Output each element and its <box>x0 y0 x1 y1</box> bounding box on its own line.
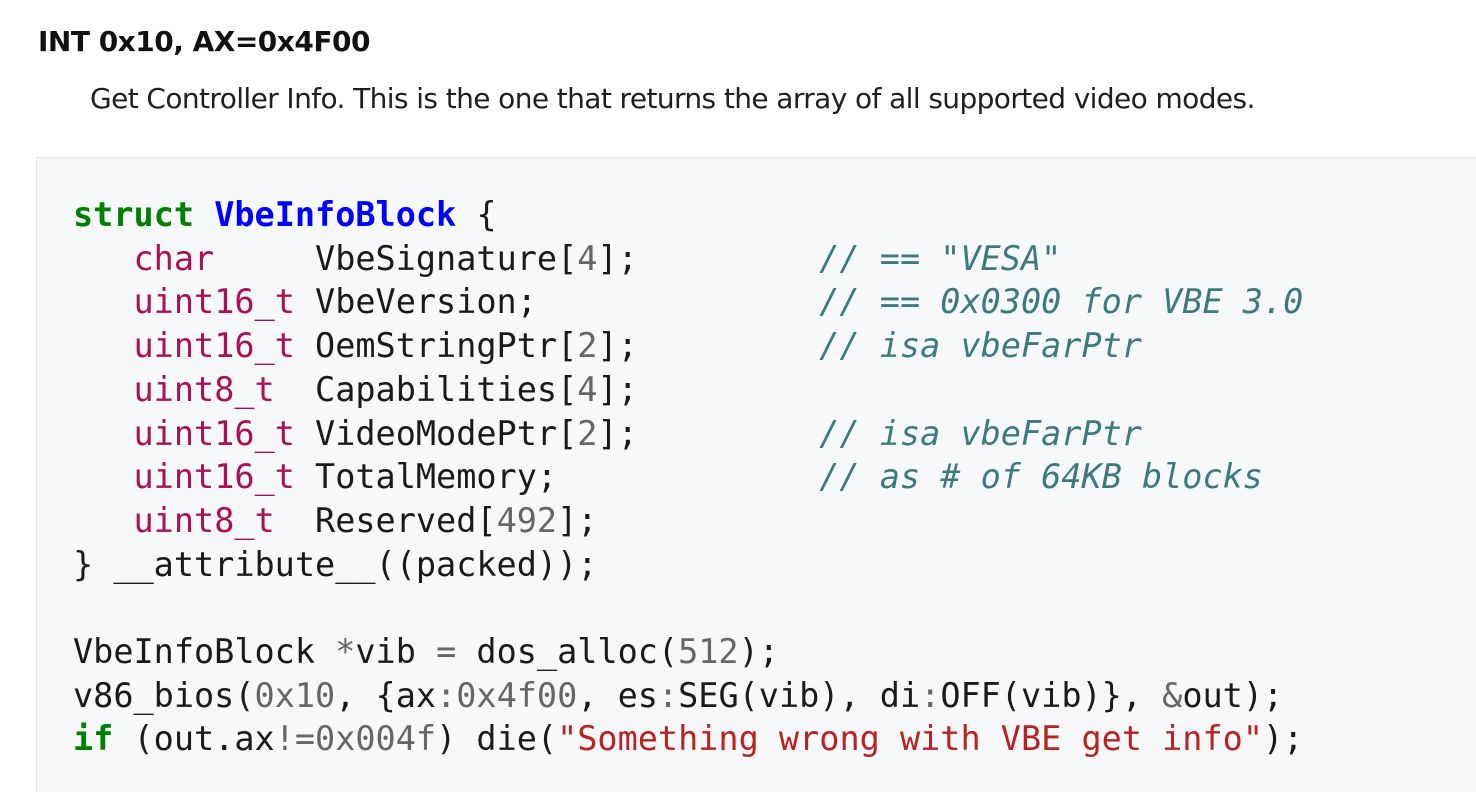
string-token: "Something wrong with VBE get info" <box>557 719 1263 759</box>
keyword-token: struct <box>73 195 195 234</box>
code-line: uint16_t VbeVersion; // == 0x0300 for VB… <box>73 282 1304 322</box>
operator-token: * <box>335 632 356 672</box>
code-text: out); <box>1182 675 1284 715</box>
code-text: ); <box>738 632 779 672</box>
entry-term: INT 0x10, AX=0x4F00 <box>38 25 370 58</box>
number-token: 492 <box>496 500 558 540</box>
code-text: (out.ax <box>113 719 275 759</box>
code-text: ]; <box>597 238 820 278</box>
number-token: 0x4f00 <box>456 675 578 715</box>
code-text: ]; <box>557 500 598 540</box>
code-text: OFF(vib)}, <box>940 675 1163 715</box>
comment-token: // isa vbeFarPtr <box>819 413 1142 453</box>
entry-description: Get Controller Info. This is the one tha… <box>90 82 1255 115</box>
code-line: struct VbeInfoBlock { <box>73 195 497 234</box>
type-name-token: VbeInfoBlock <box>214 195 457 234</box>
number-token: 4 <box>577 238 598 278</box>
number-token: 4 <box>577 369 598 409</box>
comment-token: // isa vbeFarPtr <box>819 326 1142 366</box>
code-text: TotalMemory; <box>294 457 820 497</box>
code-text: Reserved[ <box>274 500 497 540</box>
type-token: char <box>133 238 215 278</box>
comment-token: // == 0x0300 for VBE 3.0 <box>819 282 1304 322</box>
code-text: , {ax <box>335 675 437 715</box>
number-token: 512 <box>678 632 739 672</box>
number-token: 2 <box>577 326 598 366</box>
code-text: VideoModePtr[ <box>294 413 578 453</box>
type-token: uint16_t <box>133 457 295 497</box>
code-line: if (out.ax!=0x004f) die("Something wrong… <box>73 719 1303 758</box>
code-text: ]; <box>597 326 820 366</box>
code-line: uint16_t VideoModePtr[2]; // isa vbeFarP… <box>73 414 1142 453</box>
code-text: VbeSignature[ <box>214 238 578 278</box>
code-line: uint16_t OemStringPtr[2]; // isa vbeFarP… <box>73 326 1142 365</box>
type-token: uint8_t <box>133 369 275 409</box>
code-line: uint8_t Reserved[492]; <box>73 500 598 540</box>
number-token: 2 <box>577 413 598 453</box>
type-token: uint8_t <box>133 500 275 540</box>
type-token: uint16_t <box>133 413 295 453</box>
code-line: uint8_t Capabilities[4]; <box>73 370 638 409</box>
code-line: } __attribute__((packed)); <box>73 545 597 584</box>
operator-token: : <box>920 675 941 715</box>
operator-token: & <box>1162 675 1183 715</box>
code-line: uint16_t TotalMemory; // as # of 64KB bl… <box>73 457 1263 496</box>
code-text: { <box>456 195 497 234</box>
type-token: uint16_t <box>133 326 295 366</box>
type-token: uint16_t <box>133 282 295 322</box>
code-block: struct VbeInfoBlock { char VbeSignature[… <box>36 157 1476 792</box>
operator-token: = <box>436 632 457 672</box>
code-text: dos_alloc( <box>456 632 679 672</box>
code-line: v86_bios(0x10, {ax:0x4f00, es:SEG(vib), … <box>73 676 1283 715</box>
number-token: 0x10 <box>254 675 336 715</box>
operator-token: : <box>657 675 679 715</box>
code-text: ) die( <box>436 719 558 759</box>
code-line: char VbeSignature[4]; // == "VESA" <box>73 238 1062 278</box>
code-text: ]; <box>597 413 820 453</box>
code-text: v86_bios( <box>73 675 255 715</box>
comment-token: // == "VESA" <box>819 238 1062 278</box>
code-text: Capabilities[ <box>274 369 578 409</box>
code-text: ); <box>1262 719 1304 759</box>
comment-token: // as # of 64KB blocks <box>819 457 1263 497</box>
code-text: VbeVersion; <box>294 282 820 322</box>
code-line: VbeInfoBlock *vib = dos_alloc(512); <box>73 632 779 671</box>
operator-token: != <box>274 719 316 759</box>
code-text: vib <box>355 632 437 672</box>
code-text: , es <box>577 675 658 715</box>
code-listing[interactable]: struct VbeInfoBlock { char VbeSignature[… <box>73 193 1303 761</box>
code-text: SEG(vib), di <box>678 675 921 715</box>
number-token: 0x004f <box>315 719 437 759</box>
code-text: VbeInfoBlock <box>73 632 336 672</box>
operator-token: : <box>436 675 457 715</box>
keyword-token: if <box>73 719 114 759</box>
code-text: ]; <box>597 369 638 409</box>
code-text: OemStringPtr[ <box>294 326 578 366</box>
code-text: } __attribute__((packed)); <box>73 544 598 584</box>
